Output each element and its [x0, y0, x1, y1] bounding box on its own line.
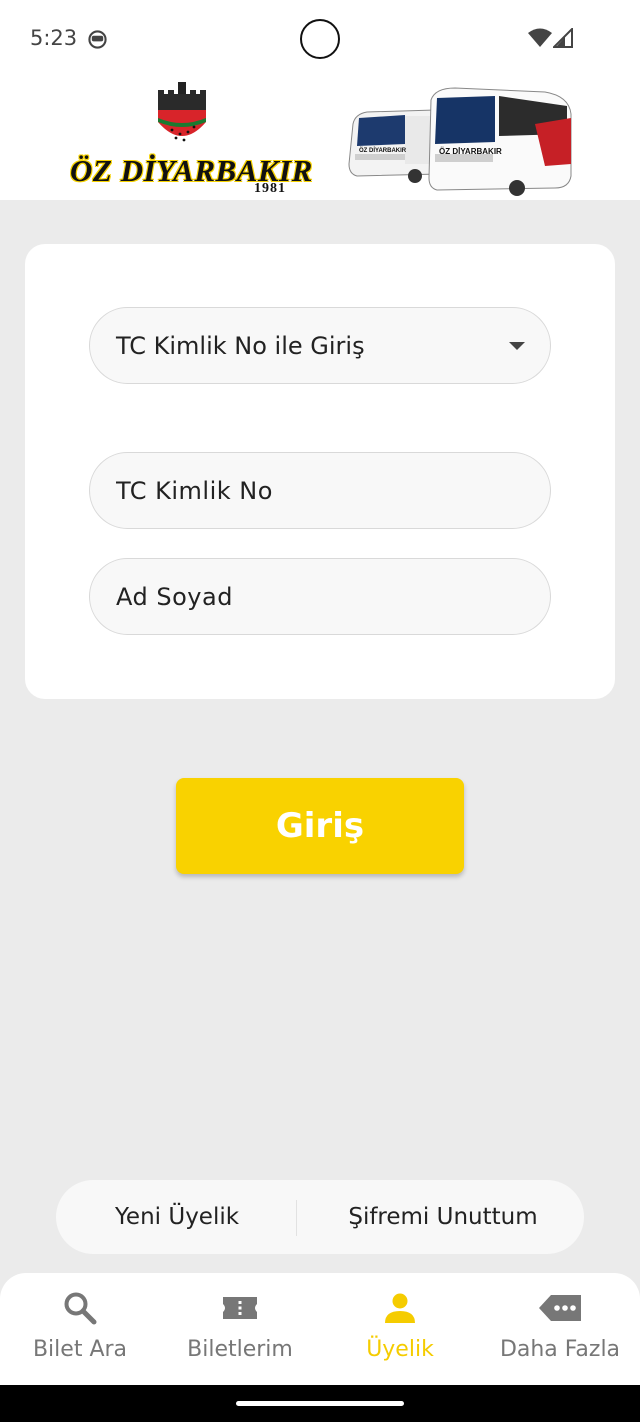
- bus-brand-text-small: ÖZ DİYARBAKIR: [359, 147, 407, 154]
- nav-item-bilet-ara[interactable]: Bilet Ara: [0, 1273, 160, 1385]
- tc-input[interactable]: [116, 470, 536, 511]
- ticket-icon: [223, 1297, 257, 1319]
- nav-label: Üyelik: [366, 1337, 434, 1362]
- search-icon: [64, 1292, 97, 1325]
- signal-icon: [553, 28, 573, 48]
- dropdown-arrow-icon: [509, 342, 525, 350]
- gesture-handle[interactable]: [236, 1401, 404, 1406]
- login-type-value: TC Kimlik No ile Giriş: [116, 331, 365, 360]
- status-bar: 5:23: [0, 0, 640, 78]
- login-type-select[interactable]: TC Kimlik No ile Giriş: [89, 307, 551, 384]
- nav-item-biletlerim[interactable]: Biletlerim: [160, 1273, 320, 1385]
- tc-field[interactable]: [89, 452, 551, 529]
- status-time: 5:23: [30, 26, 78, 50]
- bottom-navigation: Bilet Ara Biletlerim Üyelik Daha Fazla: [0, 1273, 640, 1385]
- register-link[interactable]: Yeni Üyelik: [56, 1180, 298, 1254]
- nav-label: Biletlerim: [187, 1337, 293, 1362]
- app-header: ÖZ DİYARBAKIR 1981 ÖZ DİYARBAKIR ÖZ DİYA…: [0, 78, 640, 200]
- name-input[interactable]: [116, 576, 536, 617]
- login-button[interactable]: Giriş: [176, 778, 464, 874]
- nav-label: Daha Fazla: [499, 1337, 621, 1362]
- person-icon: [385, 1293, 415, 1323]
- camera-cutout: [300, 19, 340, 59]
- login-card: TC Kimlik No ile Giriş: [25, 244, 615, 699]
- name-field[interactable]: [89, 558, 551, 635]
- forgot-password-link[interactable]: Şifremi Unuttum: [298, 1180, 588, 1254]
- links-divider: [296, 1200, 297, 1236]
- wifi-icon: [528, 28, 552, 47]
- brand-year: 1981: [254, 181, 286, 196]
- account-links: Yeni Üyelik Şifremi Unuttum: [56, 1180, 584, 1254]
- face-icon: [88, 30, 107, 49]
- castle-emblem-icon: [158, 82, 206, 142]
- more-icon: [539, 1295, 581, 1321]
- system-gesture-bar: [0, 1385, 640, 1422]
- brand-logo: ÖZ DİYARBAKIR 1981: [66, 80, 312, 198]
- bus-brand-text: ÖZ DİYARBAKIR: [439, 147, 502, 156]
- bus-illustration: ÖZ DİYARBAKIR ÖZ DİYARBAKIR: [348, 87, 572, 196]
- nav-label: Bilet Ara: [32, 1337, 128, 1362]
- nav-item-uyelik[interactable]: Üyelik: [320, 1273, 480, 1385]
- nav-item-daha-fazla[interactable]: Daha Fazla: [480, 1273, 640, 1385]
